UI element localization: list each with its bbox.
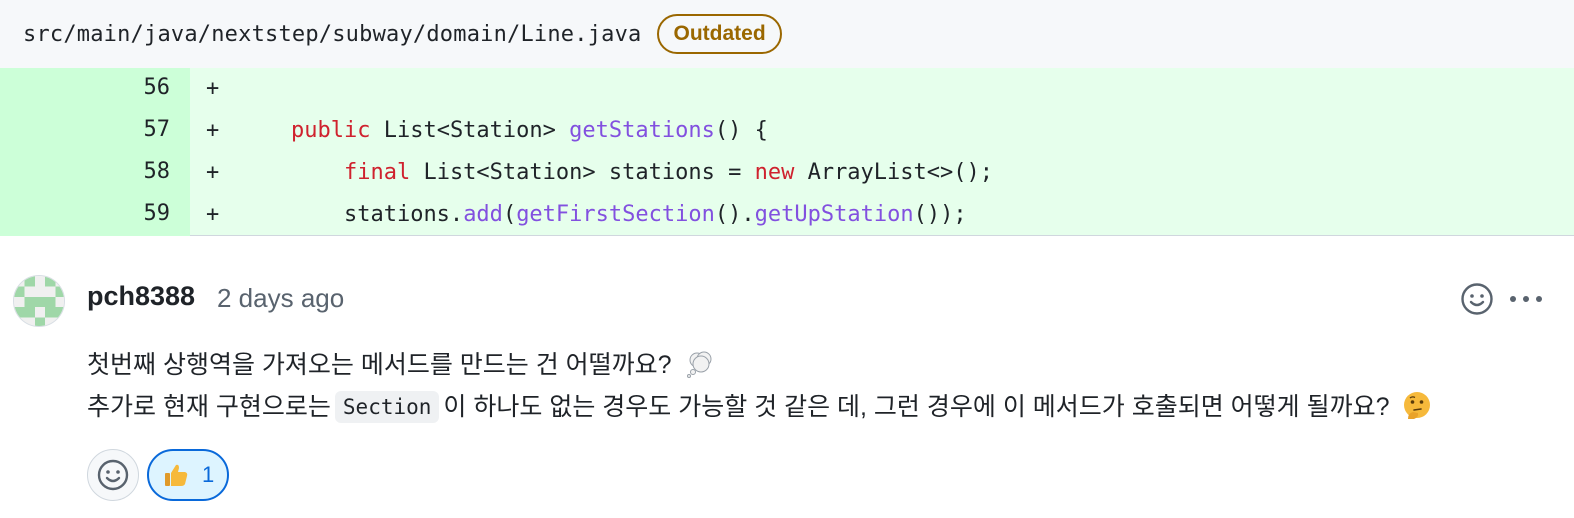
reaction-count: 1 <box>202 462 215 487</box>
code-function: getFirstSection <box>516 202 715 227</box>
diff-line: 59 + stations.add(getFirstSection().getU… <box>0 194 1574 236</box>
line-number[interactable]: 59 <box>0 194 190 236</box>
comment-text: 이 하나도 없는 경우도 가능할 것 같은 데, 그런 경우에 이 메서드가 호… <box>443 393 1390 421</box>
line-number[interactable]: 56 <box>0 68 190 110</box>
code-text: ()); <box>913 202 967 227</box>
added-marker: + <box>206 76 220 101</box>
comment-timestamp[interactable]: 2 days ago <box>217 283 344 314</box>
added-marker: + <box>206 118 220 143</box>
comment-body-line: 첫번째 상행역을 가져오는 메서드를 만드는 건 어떨까요? <box>87 345 715 381</box>
code-line: stations.add(getFirstSection().getUpStat… <box>238 194 967 236</box>
diff-hunk: 56 + 57 + public List<Station> getStatio… <box>0 68 1574 236</box>
more-options-button[interactable] <box>1508 285 1544 313</box>
thought-balloon-icon <box>686 351 712 378</box>
code-keyword: public <box>290 118 371 143</box>
kebab-horizontal-icon <box>1510 296 1542 302</box>
code-function: getUpStation <box>754 202 914 227</box>
code-text: () { <box>714 118 768 143</box>
diff-line: 57 + public List<Station> getStations() … <box>0 110 1574 152</box>
outdated-badge: Outdated <box>657 14 782 54</box>
code-text: stations. <box>343 202 464 227</box>
comment-body-line: 추가로 현재 구현으로는 Section 이 하나도 없는 경우도 가능할 것 같은… <box>87 387 1432 423</box>
line-number[interactable]: 58 <box>0 152 190 194</box>
code-function: add <box>463 202 503 227</box>
added-marker: + <box>206 202 220 227</box>
comment-text: 첫번째 상행역을 가져오는 메서드를 만드는 건 어떨까요? <box>87 351 672 379</box>
code-text: (). <box>714 202 755 227</box>
code-text: List<Station> <box>370 118 570 143</box>
line-number[interactable]: 57 <box>0 110 190 152</box>
code-line: final List<Station> stations = new Array… <box>238 152 993 194</box>
identicon-icon <box>14 276 64 326</box>
diff-line: 58 + final List<Station> stations = new … <box>0 152 1574 194</box>
diff-line: 56 + <box>0 68 1574 110</box>
smiley-icon <box>1461 283 1493 315</box>
file-header: src/main/java/nextstep/subway/domain/Lin… <box>0 0 1574 68</box>
code-keyword: final <box>343 160 411 185</box>
code-text: ( <box>502 202 517 227</box>
add-reaction-button[interactable] <box>1460 282 1494 316</box>
file-path[interactable]: src/main/java/nextstep/subway/domain/Lin… <box>23 22 641 47</box>
added-marker: + <box>206 160 220 185</box>
code-line: public List<Station> getStations() { <box>238 110 768 152</box>
code-text: List<Station> stations = <box>410 160 755 185</box>
comment-text: 추가로 현재 구현으로는 <box>87 393 331 421</box>
smiley-icon <box>97 459 129 491</box>
avatar[interactable] <box>13 275 65 327</box>
author-name[interactable]: pch8388 <box>87 281 195 312</box>
code-function: getStations <box>569 118 715 143</box>
inline-code: Section <box>334 391 440 423</box>
review-comment: pch8388 2 days ago 첫번째 상행역을 가져오는 메서드를 만드… <box>0 237 1574 518</box>
thinking-face-icon <box>1404 392 1431 419</box>
reaction-picker-button[interactable] <box>87 449 139 501</box>
code-text: ArrayList<>(); <box>794 160 994 185</box>
code-keyword: new <box>754 160 795 185</box>
thumbs-up-icon <box>165 464 188 486</box>
thumbs-up-reaction-button[interactable]: 1 <box>147 449 229 501</box>
